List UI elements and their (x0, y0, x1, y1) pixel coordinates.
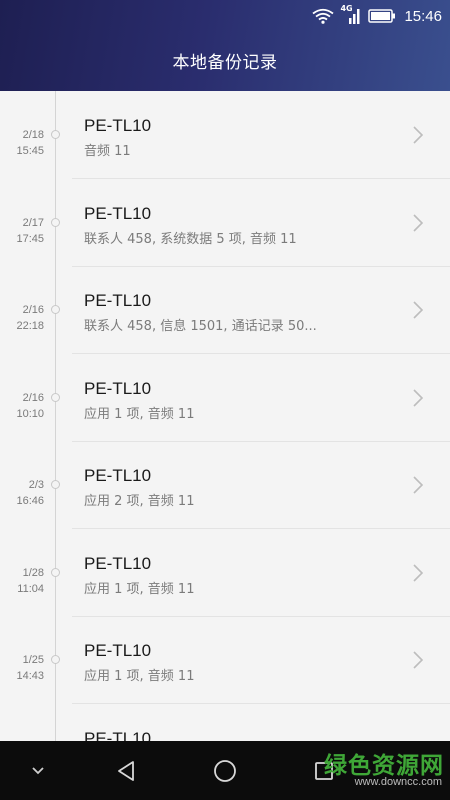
record-datetime: 2/16 10:10 (0, 390, 44, 422)
record-datetime: 2/18 15:45 (0, 127, 44, 159)
timeline-dot (51, 305, 60, 314)
chevron-right-icon (412, 475, 424, 495)
record-device-name: PE-TL10 (84, 116, 152, 135)
record-date: 1/25 (22, 654, 44, 666)
record-time: 16:46 (16, 495, 44, 507)
record-summary: 应用 1 项, 音频 11 (84, 406, 195, 422)
backup-record-row[interactable]: 1/28 11:04 PE-TL10 应用 1 项, 音频 11 (0, 529, 450, 617)
watermark-url: www.downcc.com (354, 776, 442, 788)
watermark: 绿色资源网 www.downcc.com (318, 744, 448, 796)
record-device-name: PE-TL10 (84, 378, 152, 398)
record-device-name: PE-TL10 (84, 728, 152, 742)
backup-record-list: 2/18 15:45 PE-TL10 音频 11 2/17 17:45 PE-TL10 联系人… (0, 91, 450, 741)
record-device-name: PE-TL10 (84, 553, 152, 573)
record-summary: 音频 11 (84, 144, 131, 159)
record-time: 10:10 (16, 407, 44, 420)
app-header: 4G 15:46 本地备份记录 (0, 0, 450, 91)
record-summary: 应用 1 项, 音频 11 (84, 581, 195, 597)
timeline-dot (51, 567, 60, 577)
record-datetime: 1/28 11:04 (0, 565, 44, 597)
status-time: 15:46 (404, 7, 442, 25)
record-date: 2/3 (28, 479, 44, 491)
record-device-name: PE-TL10 (84, 291, 152, 310)
chevron-right-icon (412, 213, 424, 233)
record-time: 22:18 (16, 320, 44, 332)
timeline-dot (51, 130, 60, 139)
record-date: 1/28 (22, 566, 44, 579)
record-summary: 联系人 458, 系统数据 5 项, 音频 11 (84, 231, 297, 247)
backup-record-row[interactable]: PE-TL10 (0, 704, 450, 742)
record-datetime: 1/25 14:43 (0, 652, 44, 684)
wifi-icon (312, 8, 334, 24)
timeline-dot (51, 655, 60, 664)
record-time: 15:45 (16, 145, 44, 157)
record-datetime: 2/16 22:18 (0, 302, 44, 334)
timeline-dot (51, 392, 60, 402)
battery-icon (368, 8, 396, 24)
record-summary: 联系人 458, 信息 1501, 通话记录 50... (84, 319, 317, 334)
timeline-dot (51, 480, 60, 489)
chevron-right-icon (412, 125, 424, 145)
home-circle-icon[interactable] (205, 741, 245, 800)
record-summary: 应用 1 项, 音频 11 (84, 669, 195, 684)
record-device-name: PE-TL10 (84, 641, 152, 660)
record-time: 11:04 (17, 582, 44, 595)
backup-record-row[interactable]: 2/18 15:45 PE-TL10 音频 11 (0, 91, 450, 179)
record-date: 2/16 (22, 391, 44, 404)
record-summary: 应用 2 项, 音频 11 (84, 494, 195, 509)
signal-icon: 4G (340, 4, 362, 26)
watermark-text: 绿色资源网 (324, 753, 444, 779)
record-date: 2/16 (22, 304, 44, 316)
record-device-name: PE-TL10 (84, 466, 152, 485)
record-time: 17:45 (16, 232, 44, 245)
backup-record-row[interactable]: 2/16 10:10 PE-TL10 应用 1 项, 音频 11 (0, 354, 450, 442)
chevron-right-icon (412, 300, 424, 320)
record-datetime: 2/17 17:45 (0, 215, 44, 247)
chevron-down-icon[interactable] (18, 741, 58, 800)
backup-record-row[interactable]: 2/3 16:46 PE-TL10 应用 2 项, 音频 11 (0, 441, 450, 529)
backup-record-row[interactable]: 1/25 14:43 PE-TL10 应用 1 项, 音频 11 (0, 616, 450, 704)
timeline-dot (51, 217, 60, 227)
chevron-right-icon (412, 563, 424, 583)
status-bar: 4G 15:46 (0, 0, 450, 32)
back-triangle-icon[interactable] (106, 741, 146, 800)
chevron-right-icon (412, 650, 424, 670)
page-title: 本地备份记录 (172, 53, 278, 73)
backup-record-row[interactable]: 2/16 22:18 PE-TL10 联系人 458, 信息 1501, 通话记录 5… (0, 266, 450, 354)
record-date: 2/17 (22, 216, 44, 229)
backup-record-row[interactable]: 2/17 17:45 PE-TL10 联系人 458, 系统数据 5 项, 音频 11 (0, 179, 450, 267)
record-time: 14:43 (16, 670, 44, 682)
record-date: 2/18 (22, 129, 44, 141)
record-device-name: PE-TL10 (84, 203, 152, 223)
chevron-right-icon (412, 388, 424, 408)
record-datetime: 2/3 16:46 (0, 477, 44, 509)
